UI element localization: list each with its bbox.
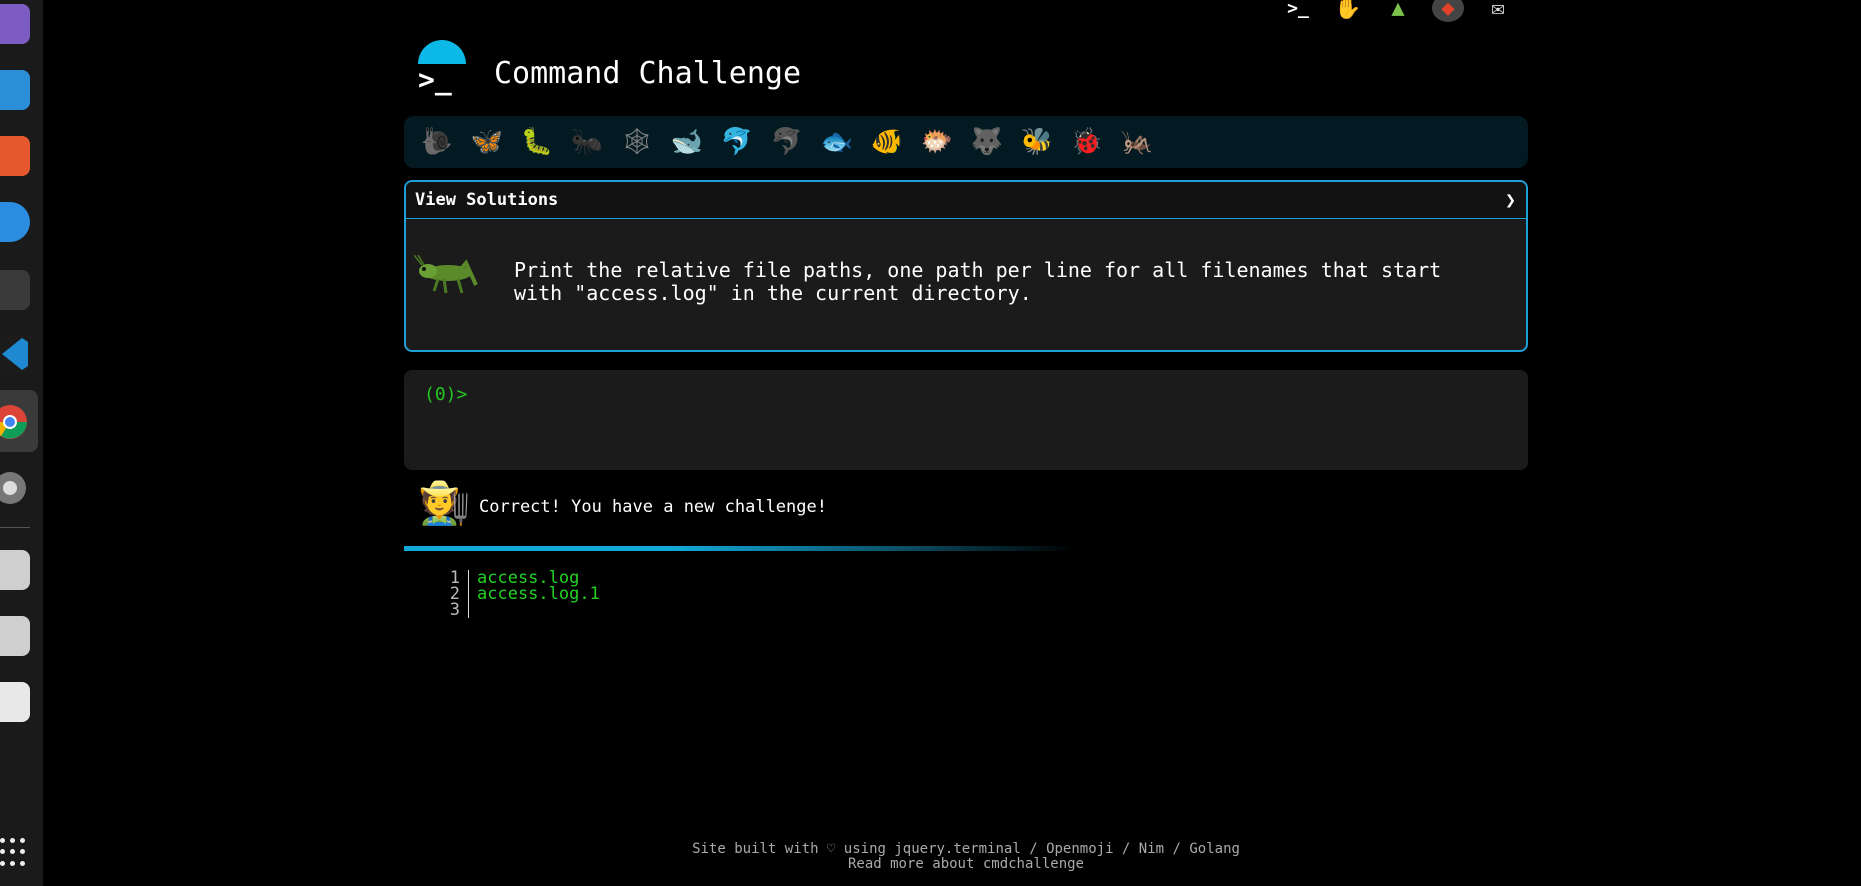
progress-bar [404,546,1076,551]
butterfly-icon[interactable]: 🦋 [462,122,512,162]
spider-web-icon[interactable]: 🕸 [612,122,662,162]
command-output: 1 access.log 2 access.log.1 3 [440,570,600,619]
logo[interactable]: >_ [414,40,466,96]
terminal[interactable]: (0)> [404,370,1528,470]
files-icon[interactable] [0,4,30,44]
dock [0,0,43,886]
wolf-icon[interactable]: 🐺 [962,122,1012,162]
help-icon[interactable] [0,202,30,242]
dock-separator [0,527,30,528]
whale-icon[interactable]: 🐋 [662,122,712,162]
farmer-icon: 🧑‍🌾 [418,478,471,527]
ladybug-icon[interactable]: 🐞 [1062,122,1112,162]
trash-icon[interactable] [0,682,30,722]
logo-prompt-icon: >_ [418,63,452,96]
software-center-icon[interactable] [0,136,30,176]
gitlab-icon[interactable]: ◆ [1432,0,1464,22]
tree-icon[interactable]: ▲ [1382,0,1414,22]
challenge-emoji-bar: 🐌 🦋 🐛 🐜 🕸 🐋 🐬 🐬 🐟 🐠 🐡 🐺 🐝 🐞 🦗 [404,116,1528,168]
snail-icon[interactable]: 🐌 [412,122,462,162]
blowfish-icon[interactable]: 🐡 [912,122,962,162]
ssd-icon[interactable] [0,616,30,656]
challenge-panel: View Solutions ❯ Print the relative file… [404,180,1528,352]
challenge-description: Print the relative file paths, one path … [514,258,1442,305]
logo-arc [418,40,466,64]
chrome-icon[interactable] [0,402,30,442]
show-apps-icon[interactable] [0,838,25,868]
footer-credits: Site built with ♡ using jquery.terminal … [692,841,1240,857]
ant-icon[interactable]: 🐜 [562,122,612,162]
dolphin-icon[interactable]: 🐬 [762,122,812,162]
top-icon-bar: >_ ✋ ▲ ◆ ✉ [1282,0,1514,22]
vscode-icon[interactable] [0,334,30,374]
fish-icon[interactable]: 🐟 [812,122,862,162]
settings-icon[interactable] [0,468,30,508]
line-number: 3 [440,602,469,619]
feedback-message: Correct! You have a new challenge! [479,497,827,517]
cricket-icon[interactable]: 🦗 [1112,122,1162,162]
read-more-link[interactable]: Read more about cmdchallenge [404,857,1528,872]
terminal-icon[interactable]: >_ [1282,0,1314,22]
mail-icon[interactable]: ✉ [1482,0,1514,22]
terminal-app-icon[interactable] [0,270,30,310]
tropical-fish-icon[interactable]: 🐠 [862,122,912,162]
view-solutions-toggle[interactable]: View Solutions ❯ [406,182,1526,219]
caterpillar-icon[interactable]: 🐛 [512,122,562,162]
drive-icon[interactable] [0,550,30,590]
bee-icon[interactable]: 🐝 [1012,122,1062,162]
challenge-body: Print the relative file paths, one path … [406,219,1526,351]
output-row: 3 [440,602,600,619]
hand-icon[interactable]: ✋ [1332,0,1364,22]
writer-icon[interactable] [0,70,30,110]
chevron-right-icon[interactable]: ❯ [1505,190,1516,211]
terminal-prompt[interactable]: (0)> [424,384,467,405]
dolphin-icon[interactable]: 🐬 [712,122,762,162]
grasshopper-icon [414,255,478,294]
page-title: Command Challenge [494,56,802,91]
output-row: 2 access.log.1 [440,584,600,604]
output-line: access.log.1 [477,584,600,604]
footer: Site built with ♡ using jquery.terminal … [404,842,1528,872]
view-solutions-label: View Solutions [415,190,559,210]
